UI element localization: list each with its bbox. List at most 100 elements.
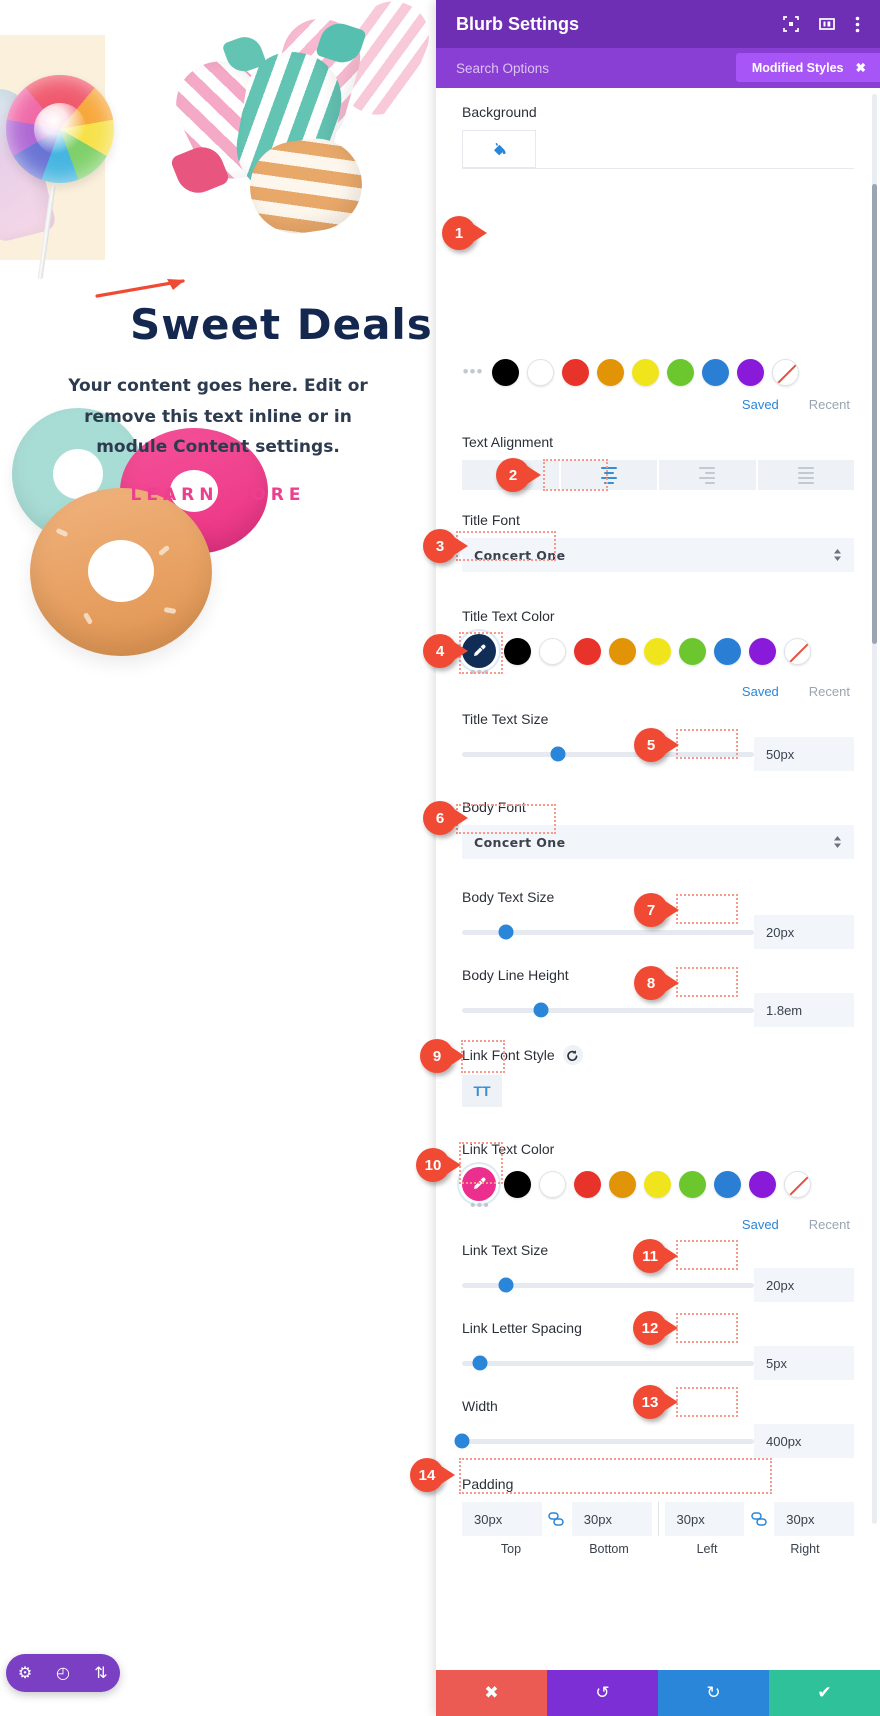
color-swatch-white[interactable] — [539, 1170, 566, 1198]
redo-button[interactable]: ↻ — [658, 1670, 769, 1716]
saved-colors-tab[interactable]: Saved — [742, 684, 779, 699]
title-text-color-palette[interactable] — [462, 634, 854, 668]
palette-tabs[interactable]: Saved Recent — [462, 1217, 854, 1232]
color-swatch-blue[interactable] — [714, 637, 741, 665]
color-swatch-yellow[interactable] — [644, 1170, 671, 1198]
color-swatch-white[interactable] — [527, 358, 554, 386]
width-value[interactable]: 400px — [754, 1424, 854, 1458]
focus-frame-icon[interactable] — [783, 16, 799, 32]
body-line-height-slider[interactable] — [462, 993, 754, 1027]
link-text-size-value[interactable]: 20px — [754, 1268, 854, 1302]
color-swatch-white[interactable] — [539, 637, 566, 665]
color-swatch-green[interactable] — [667, 358, 694, 386]
color-swatch-green[interactable] — [679, 637, 706, 665]
color-swatch-orange[interactable] — [609, 1170, 636, 1198]
saved-colors-tab[interactable]: Saved — [742, 1217, 779, 1232]
color-swatch-orange[interactable] — [597, 358, 624, 386]
more-options-dots-icon[interactable]: ••• — [462, 363, 484, 380]
chevron-updown-icon[interactable] — [833, 548, 842, 562]
link-text-size-control[interactable]: 20px — [462, 1268, 854, 1302]
body-text-size-value[interactable]: 20px — [754, 915, 854, 949]
color-swatch-none[interactable] — [784, 1170, 811, 1198]
color-swatch-red[interactable] — [574, 637, 601, 665]
padding-right-input[interactable]: 30px — [774, 1502, 854, 1536]
padding-inputs[interactable]: 30px 30px 30px 30px — [462, 1502, 854, 1536]
link-text-transform-toggle[interactable]: TT — [462, 1075, 502, 1107]
modified-styles-badge[interactable]: Modified Styles ✖ — [735, 53, 880, 82]
slider-thumb[interactable] — [498, 1277, 514, 1293]
link-letter-spacing-value[interactable]: 5px — [754, 1346, 854, 1380]
saved-colors-tab[interactable]: Saved — [742, 397, 779, 412]
title-text-size-value[interactable]: 50px — [754, 737, 854, 771]
slider-thumb[interactable] — [454, 1433, 470, 1449]
align-right-button[interactable] — [757, 460, 854, 490]
padding-left-input[interactable]: 30px — [664, 1502, 745, 1536]
title-text-size-label: Title Text Size — [462, 711, 549, 727]
color-swatch-purple[interactable] — [749, 1170, 776, 1198]
sort-arrows-icon[interactable]: ⇅ — [82, 1654, 120, 1692]
history-clock-icon[interactable]: ◴ — [44, 1654, 82, 1692]
body-font-select[interactable]: Concert One — [462, 825, 854, 859]
body-text-size-slider[interactable] — [462, 915, 754, 949]
cancel-button[interactable]: ✖ — [436, 1670, 547, 1716]
blurb-link[interactable]: LEARN MORE — [131, 485, 306, 505]
padding-bottom-input[interactable]: 30px — [571, 1502, 652, 1536]
background-color-palette[interactable]: ••• — [462, 355, 854, 389]
recent-colors-tab[interactable]: Recent — [809, 397, 850, 412]
width-control[interactable]: 400px — [454, 1424, 854, 1458]
undo-button[interactable]: ↺ — [547, 1670, 658, 1716]
link-letter-spacing-slider[interactable] — [462, 1346, 754, 1380]
save-button[interactable]: ✔ — [769, 1670, 880, 1716]
palette-tabs[interactable]: Saved Recent — [462, 397, 854, 412]
recent-colors-tab[interactable]: Recent — [809, 1217, 850, 1232]
slider-thumb[interactable] — [533, 1002, 549, 1018]
page-mini-toolbar[interactable]: ⚙ ◴ ⇅ — [6, 1654, 120, 1692]
color-swatch-red[interactable] — [574, 1170, 601, 1198]
slider-thumb[interactable] — [472, 1355, 488, 1371]
palette-tabs[interactable]: Saved Recent — [462, 684, 854, 699]
layout-columns-icon[interactable] — [819, 16, 835, 32]
kebab-menu-icon[interactable] — [855, 16, 860, 33]
color-swatch-yellow[interactable] — [632, 358, 659, 386]
close-icon[interactable]: ✖ — [856, 60, 866, 75]
color-swatch-purple[interactable] — [737, 358, 764, 386]
callout-9: 9 — [413, 1039, 461, 1073]
align-justify-button[interactable] — [659, 460, 756, 490]
panel-footer-actions: ✖ ↺ ↻ ✔ — [436, 1670, 880, 1716]
color-swatch-green[interactable] — [679, 1170, 706, 1198]
more-options-dots-icon[interactable]: ••• — [470, 1198, 854, 1214]
width-slider[interactable] — [454, 1424, 754, 1458]
color-swatch-black[interactable] — [504, 1170, 531, 1198]
recent-colors-tab[interactable]: Recent — [809, 684, 850, 699]
more-options-dots-icon[interactable]: ••• — [470, 665, 854, 681]
link-sync-icon[interactable] — [744, 1511, 774, 1527]
title-font-select[interactable]: Concert One — [462, 538, 854, 572]
active-color-eyedropper-icon[interactable] — [462, 1167, 496, 1201]
paint-bucket-icon[interactable] — [462, 130, 536, 168]
color-swatch-none[interactable] — [772, 358, 799, 386]
link-letter-spacing-control[interactable]: 5px — [462, 1346, 854, 1380]
scrollbar-thumb[interactable] — [872, 184, 877, 644]
color-swatch-black[interactable] — [492, 358, 519, 386]
link-text-size-slider[interactable] — [462, 1268, 754, 1302]
slider-thumb[interactable] — [498, 924, 514, 940]
color-swatch-red[interactable] — [562, 358, 589, 386]
color-swatch-purple[interactable] — [749, 637, 776, 665]
title-text-size-slider[interactable] — [462, 737, 754, 771]
color-swatch-none[interactable] — [784, 637, 811, 665]
body-line-height-value[interactable]: 1.8em — [754, 993, 854, 1027]
reset-arrow-icon[interactable] — [562, 1045, 583, 1065]
color-swatch-blue[interactable] — [714, 1170, 741, 1198]
color-swatch-orange[interactable] — [609, 637, 636, 665]
padding-top-input[interactable]: 30px — [462, 1502, 542, 1536]
color-swatch-yellow[interactable] — [644, 637, 671, 665]
settings-gear-icon[interactable]: ⚙ — [6, 1654, 44, 1692]
color-swatch-blue[interactable] — [702, 358, 729, 386]
color-swatch-black[interactable] — [504, 637, 531, 665]
panel-scroll-area[interactable]: Background ••• Saved Recent Text Alignme… — [436, 88, 880, 1670]
link-sync-icon[interactable] — [542, 1511, 572, 1527]
chevron-updown-icon[interactable] — [833, 835, 842, 849]
link-text-color-palette[interactable] — [462, 1167, 854, 1201]
align-center-button[interactable] — [560, 460, 657, 490]
slider-thumb[interactable] — [550, 746, 566, 762]
